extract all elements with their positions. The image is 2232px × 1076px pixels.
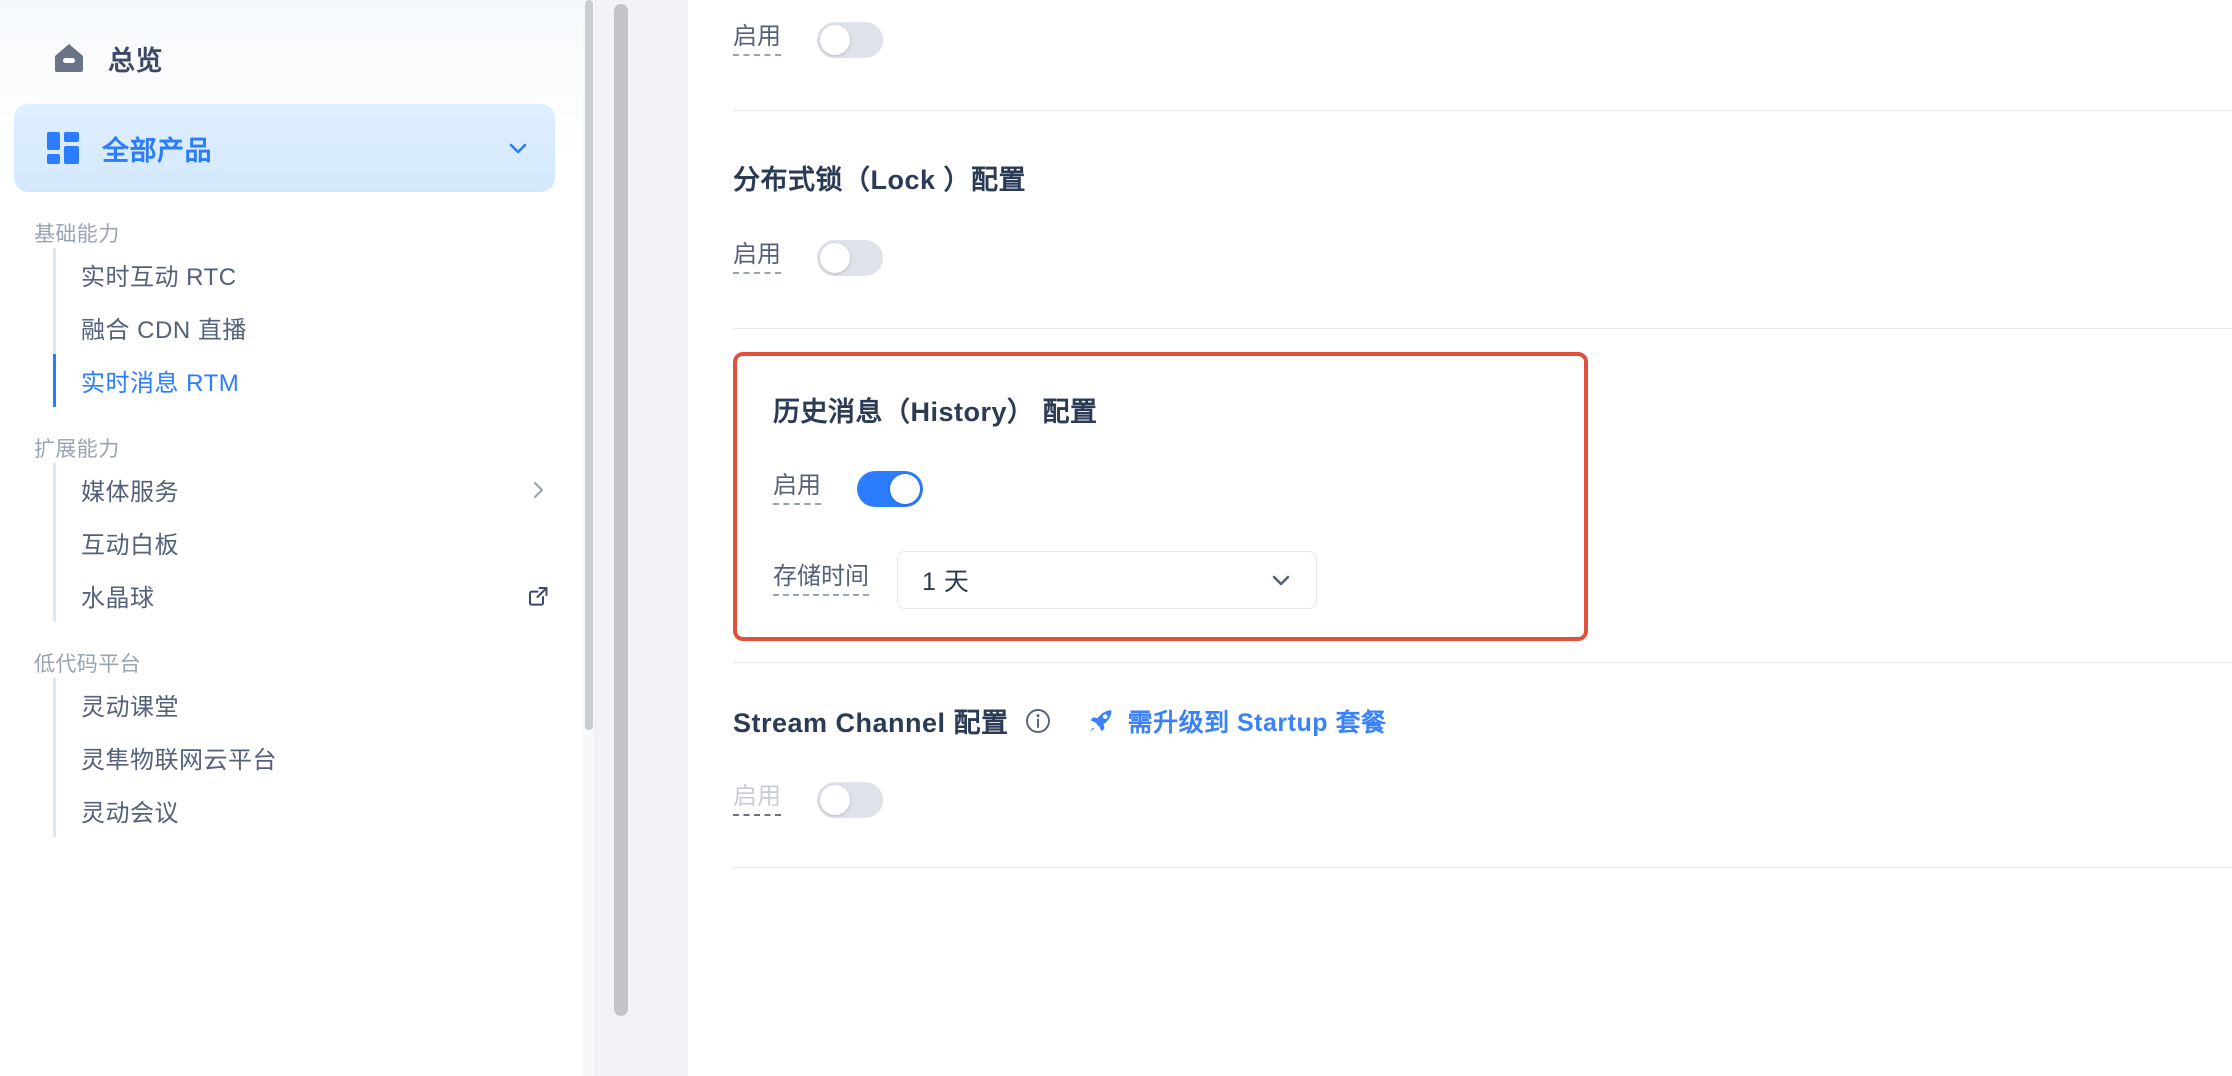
main-padding: 启用 分布式锁（Lock ）配置 启用 历史消息（History） 配置 启用 … [688,0,2232,868]
storage-duration-label: 存储时间 [773,564,869,596]
sidebar-item-label: 灵动课堂 [81,694,179,721]
history-enable-row: 启用 [773,471,1584,507]
sidebar-item-iot-cloud[interactable]: 灵隼物联网云平台 [56,731,583,784]
page-scrollbar-thumb[interactable] [614,4,628,1016]
sidebar-scrollbar-thumb[interactable] [585,0,593,730]
toggle-knob [820,25,850,55]
sidebar-item-flexible-classroom[interactable]: 灵动课堂 [56,678,583,731]
chevron-down-icon[interactable] [505,135,531,161]
toggle-knob [820,785,850,815]
sidebar-item-label: 实时互动 RTC [81,264,237,291]
sidebar-item-all-products[interactable]: 全部产品 [14,104,555,192]
app-root: 总览 全部产品 基础能力 实时互动 RTC 融合 CDN 直播 实时消息 RTM… [0,0,2232,1076]
sidebar-item-all-products-label: 全部产品 [102,135,212,166]
history-section-highlight: 历史消息（History） 配置 启用 存储时间 1 天 [733,352,1588,641]
enable-label: 启用 [773,473,821,505]
main-content: 启用 分布式锁（Lock ）配置 启用 历史消息（History） 配置 启用 … [688,0,2232,1076]
sidebar-group-items: 实时互动 RTC 融合 CDN 直播 实时消息 RTM [53,248,583,407]
sidebar-group-items: 灵动课堂 灵隼物联网云平台 灵动会议 [53,678,583,837]
sidebar-item-label: 媒体服务 [81,479,179,506]
sidebar-group-title: 扩展能力 [34,438,120,461]
presence-enable-toggle[interactable] [817,22,883,58]
chevron-down-icon[interactable] [1268,567,1294,593]
lock-enable-toggle[interactable] [817,240,883,276]
history-section-title: 历史消息（History） 配置 [773,390,1584,429]
storage-duration-select[interactable]: 1 天 [897,551,1317,609]
presence-enable-row: 启用 [733,22,2232,58]
history-section-title-text: 历史消息（History） 配置 [773,397,1098,427]
section-divider [733,867,2232,868]
sidebar-item-label: 灵动会议 [81,800,179,827]
sidebar-item-label: 实时消息 RTM [81,370,240,397]
stream-channel-enable-toggle[interactable] [817,782,883,818]
stream-channel-section-title-text: Stream Channel 配置 [733,708,1009,738]
stream-channel-enable-row: 启用 [733,782,2232,818]
grid-icon [46,131,80,165]
sidebar: 总览 全部产品 基础能力 实时互动 RTC 融合 CDN 直播 实时消息 RTM… [0,0,595,1076]
upgrade-plan-link[interactable]: 需升级到 Startup 套餐 [1087,703,1387,739]
lock-section-title: 分布式锁（Lock ）配置 [733,158,2232,197]
sidebar-inner: 总览 全部产品 基础能力 实时互动 RTC 融合 CDN 直播 实时消息 RTM… [0,30,583,1076]
sidebar-group-title: 低代码平台 [34,653,141,676]
enable-label: 启用 [733,24,781,56]
sidebar-item-meeting[interactable]: 灵动会议 [56,784,583,837]
toggle-knob [890,474,920,504]
sidebar-item-label: 互动白板 [81,532,179,559]
sidebar-item-whiteboard[interactable]: 互动白板 [56,516,583,569]
sidebar-item-media-service[interactable]: 媒体服务 [56,463,583,516]
home-icon [52,41,86,75]
storage-duration-value: 1 天 [922,568,970,596]
info-icon[interactable] [1025,708,1051,734]
sidebar-item-label: 水晶球 [81,585,155,612]
history-enable-toggle[interactable] [857,471,923,507]
enable-label: 启用 [733,784,781,816]
sidebar-scrollbar[interactable] [583,0,595,1076]
sidebar-item-label: 灵隼物联网云平台 [81,747,277,774]
sidebar-item-rtc[interactable]: 实时互动 RTC [56,248,583,301]
sidebar-item-overview-label: 总览 [108,45,163,76]
sidebar-item-rtm[interactable]: 实时消息 RTM [53,354,583,407]
history-storage-row: 存储时间 1 天 [773,551,1584,609]
upgrade-plan-text: 需升级到 Startup 套餐 [1127,708,1387,737]
page-scroll-gutter [595,0,688,1076]
lock-enable-row: 启用 [733,240,2232,276]
lock-section-title-text: 分布式锁（Lock ）配置 [733,165,1027,195]
sidebar-item-overview[interactable]: 总览 [34,30,583,86]
chevron-right-icon [527,479,549,501]
sidebar-item-crystal-ball[interactable]: 水晶球 [56,569,583,622]
stream-channel-section-title: Stream Channel 配置 需升级到 Startup 套餐 [733,701,2232,740]
external-link-icon[interactable] [527,585,549,607]
sidebar-item-label: 融合 CDN 直播 [81,317,247,344]
sidebar-group-items: 媒体服务 互动白板 水晶球 [53,463,583,622]
sidebar-group-title: 基础能力 [34,223,120,246]
sidebar-item-cdn-live[interactable]: 融合 CDN 直播 [56,301,583,354]
enable-label: 启用 [733,242,781,274]
toggle-knob [820,243,850,273]
rocket-icon [1087,707,1115,735]
